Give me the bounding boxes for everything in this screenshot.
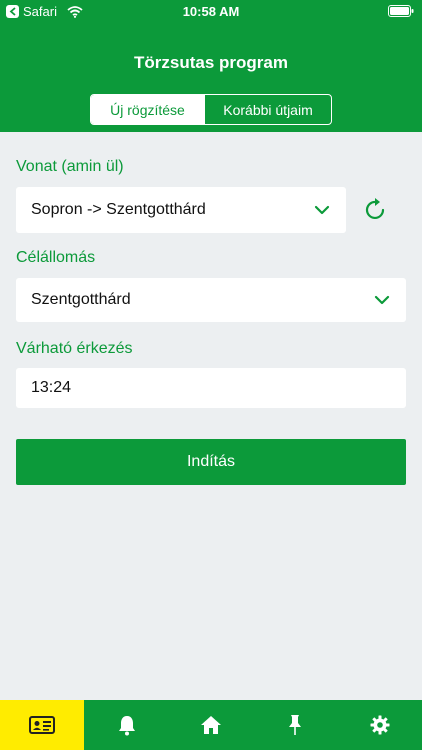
id-card-icon <box>29 716 56 734</box>
segmented-control: Új rögzítése Korábbi útjaim <box>90 94 332 125</box>
destination-select[interactable]: Szentgotthárd <box>16 278 406 322</box>
arrival-time-value: 13:24 <box>31 379 72 396</box>
destination-select-value: Szentgotthárd <box>31 291 131 308</box>
battery-icon <box>388 5 414 20</box>
arrival-time-field[interactable]: 13:24 <box>16 368 406 408</box>
tabbar-item-home[interactable] <box>169 700 253 750</box>
tab-previous-trips[interactable]: Korábbi útjaim <box>204 95 331 124</box>
chevron-down-icon <box>314 205 330 215</box>
destination-label: Célállomás <box>16 249 96 266</box>
tabbar-item-notifications[interactable] <box>84 700 168 750</box>
train-select-value: Sopron -> Szentgotthárd <box>31 201 206 218</box>
train-select[interactable]: Sopron -> Szentgotthárd <box>16 187 346 233</box>
gear-icon <box>370 715 390 735</box>
refresh-icon[interactable] <box>362 196 390 224</box>
status-bar: Safari 10:58 AM <box>0 0 422 22</box>
header: Safari 10:58 AM Törzsutas program Új rög… <box>0 0 422 132</box>
tabbar-item-settings[interactable] <box>338 700 422 750</box>
arrival-label: Várható érkezés <box>16 340 133 357</box>
start-button[interactable]: Indítás <box>16 439 406 485</box>
tab-bar <box>0 700 422 750</box>
home-icon <box>201 716 222 734</box>
status-time: 10:58 AM <box>182 4 240 19</box>
pin-icon <box>289 715 302 735</box>
tab-new-record[interactable]: Új rögzítése <box>91 95 204 124</box>
chevron-down-icon <box>374 295 390 305</box>
tabbar-item-pins[interactable] <box>253 700 337 750</box>
bell-icon <box>118 716 135 736</box>
page-title: Törzsutas program <box>134 53 288 72</box>
train-label: Vonat (amin ül) <box>16 158 124 175</box>
tabbar-item-card[interactable] <box>0 700 85 750</box>
